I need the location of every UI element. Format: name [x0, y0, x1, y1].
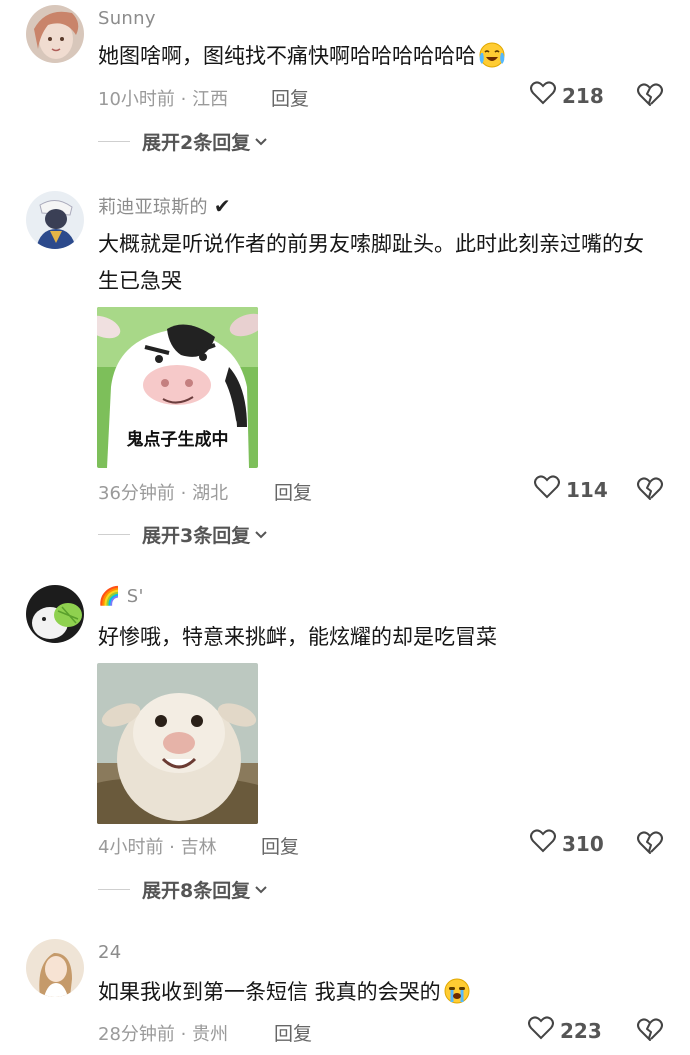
comment-meta: 4小时前 · 吉林: [98, 837, 217, 858]
expand-replies-button[interactable]: 展开8条回复: [98, 876, 268, 903]
dislike-button[interactable]: [636, 1018, 664, 1046]
user-avatar[interactable]: [26, 5, 84, 63]
like-button[interactable]: 218: [530, 81, 604, 110]
broken-heart-icon: [636, 1018, 664, 1046]
username-text: S': [126, 586, 144, 607]
divider-line: [98, 141, 130, 142]
like-count: 223: [560, 1018, 602, 1043]
heart-outline-icon: [528, 1016, 554, 1045]
user-avatar[interactable]: [26, 191, 84, 249]
reply-button[interactable]: 回复: [274, 1019, 312, 1046]
expand-replies-label: 展开3条回复: [142, 525, 251, 547]
sob-emoji-icon: [443, 978, 471, 1016]
like-count: 114: [566, 477, 608, 502]
expand-replies-label: 展开2条回复: [142, 132, 251, 154]
like-button[interactable]: 114: [534, 475, 608, 504]
dislike-button[interactable]: [636, 83, 664, 111]
reply-button[interactable]: 回复: [274, 478, 312, 505]
heart-outline-icon: [530, 81, 556, 110]
like-button[interactable]: 223: [528, 1016, 602, 1045]
dislike-button[interactable]: [636, 831, 664, 859]
expand-replies-button[interactable]: 展开2条回复: [98, 128, 268, 155]
chevron-down-icon: [254, 880, 268, 899]
comment-meta: 10小时前 · 江西: [98, 89, 229, 110]
divider-line: [98, 889, 130, 890]
rainbow-emoji-icon: 🌈: [98, 586, 121, 607]
comment-text: 好惨哦，特意来挑衅，能炫耀的却是吃冒菜: [98, 625, 497, 649]
comment-meta: 28分钟前 · 贵州: [98, 1024, 229, 1045]
laugh-cry-emoji-icon: [478, 42, 506, 80]
comment-text: 如果我收到第一条短信 我真的会哭的: [98, 974, 658, 1016]
sticker-caption: 鬼点子生成中: [126, 430, 229, 450]
username[interactable]: 莉迪亚琼斯的 ✔: [98, 193, 231, 219]
user-avatar[interactable]: [26, 939, 84, 997]
reply-button[interactable]: 回复: [261, 832, 299, 859]
reply-button[interactable]: 回复: [271, 84, 309, 111]
comment-text-content: 她图啥啊，图纯找不痛快啊哈哈哈哈哈哈: [98, 44, 476, 68]
comment-text: 大概就是听说作者的前男友嗦脚趾头。此时此刻亲过嘴的女生已急哭: [98, 232, 644, 293]
like-button[interactable]: 310: [530, 829, 604, 858]
verified-check-icon: ✔: [213, 194, 231, 218]
comment-text: 她图啥啊，图纯找不痛快啊哈哈哈哈哈哈: [98, 38, 658, 80]
cow-sticker-image[interactable]: 鬼点子生成中: [97, 307, 258, 468]
expand-replies-button[interactable]: 展开3条回复: [98, 521, 268, 548]
chevron-down-icon: [254, 525, 268, 544]
user-avatar[interactable]: [26, 585, 84, 643]
heart-outline-icon: [534, 475, 560, 504]
username[interactable]: Sunny: [98, 8, 156, 29]
expand-replies-label: 展开8条回复: [142, 880, 251, 902]
like-count: 218: [562, 83, 604, 108]
dislike-button[interactable]: [636, 477, 664, 505]
heart-outline-icon: [530, 829, 556, 858]
comment-text-content: 如果我收到第一条短信 我真的会哭的: [98, 980, 441, 1004]
broken-heart-icon: [636, 83, 664, 111]
like-count: 310: [562, 831, 604, 856]
chevron-down-icon: [254, 132, 268, 151]
divider-line: [98, 534, 130, 535]
username[interactable]: 🌈 S': [98, 586, 144, 607]
broken-heart-icon: [636, 477, 664, 505]
username[interactable]: 24: [98, 942, 122, 963]
username-text: 莉迪亚琼斯的: [98, 197, 208, 218]
sheep-sticker-image[interactable]: [97, 663, 258, 824]
comment-meta: 36分钟前 · 湖北: [98, 483, 229, 504]
broken-heart-icon: [636, 831, 664, 859]
